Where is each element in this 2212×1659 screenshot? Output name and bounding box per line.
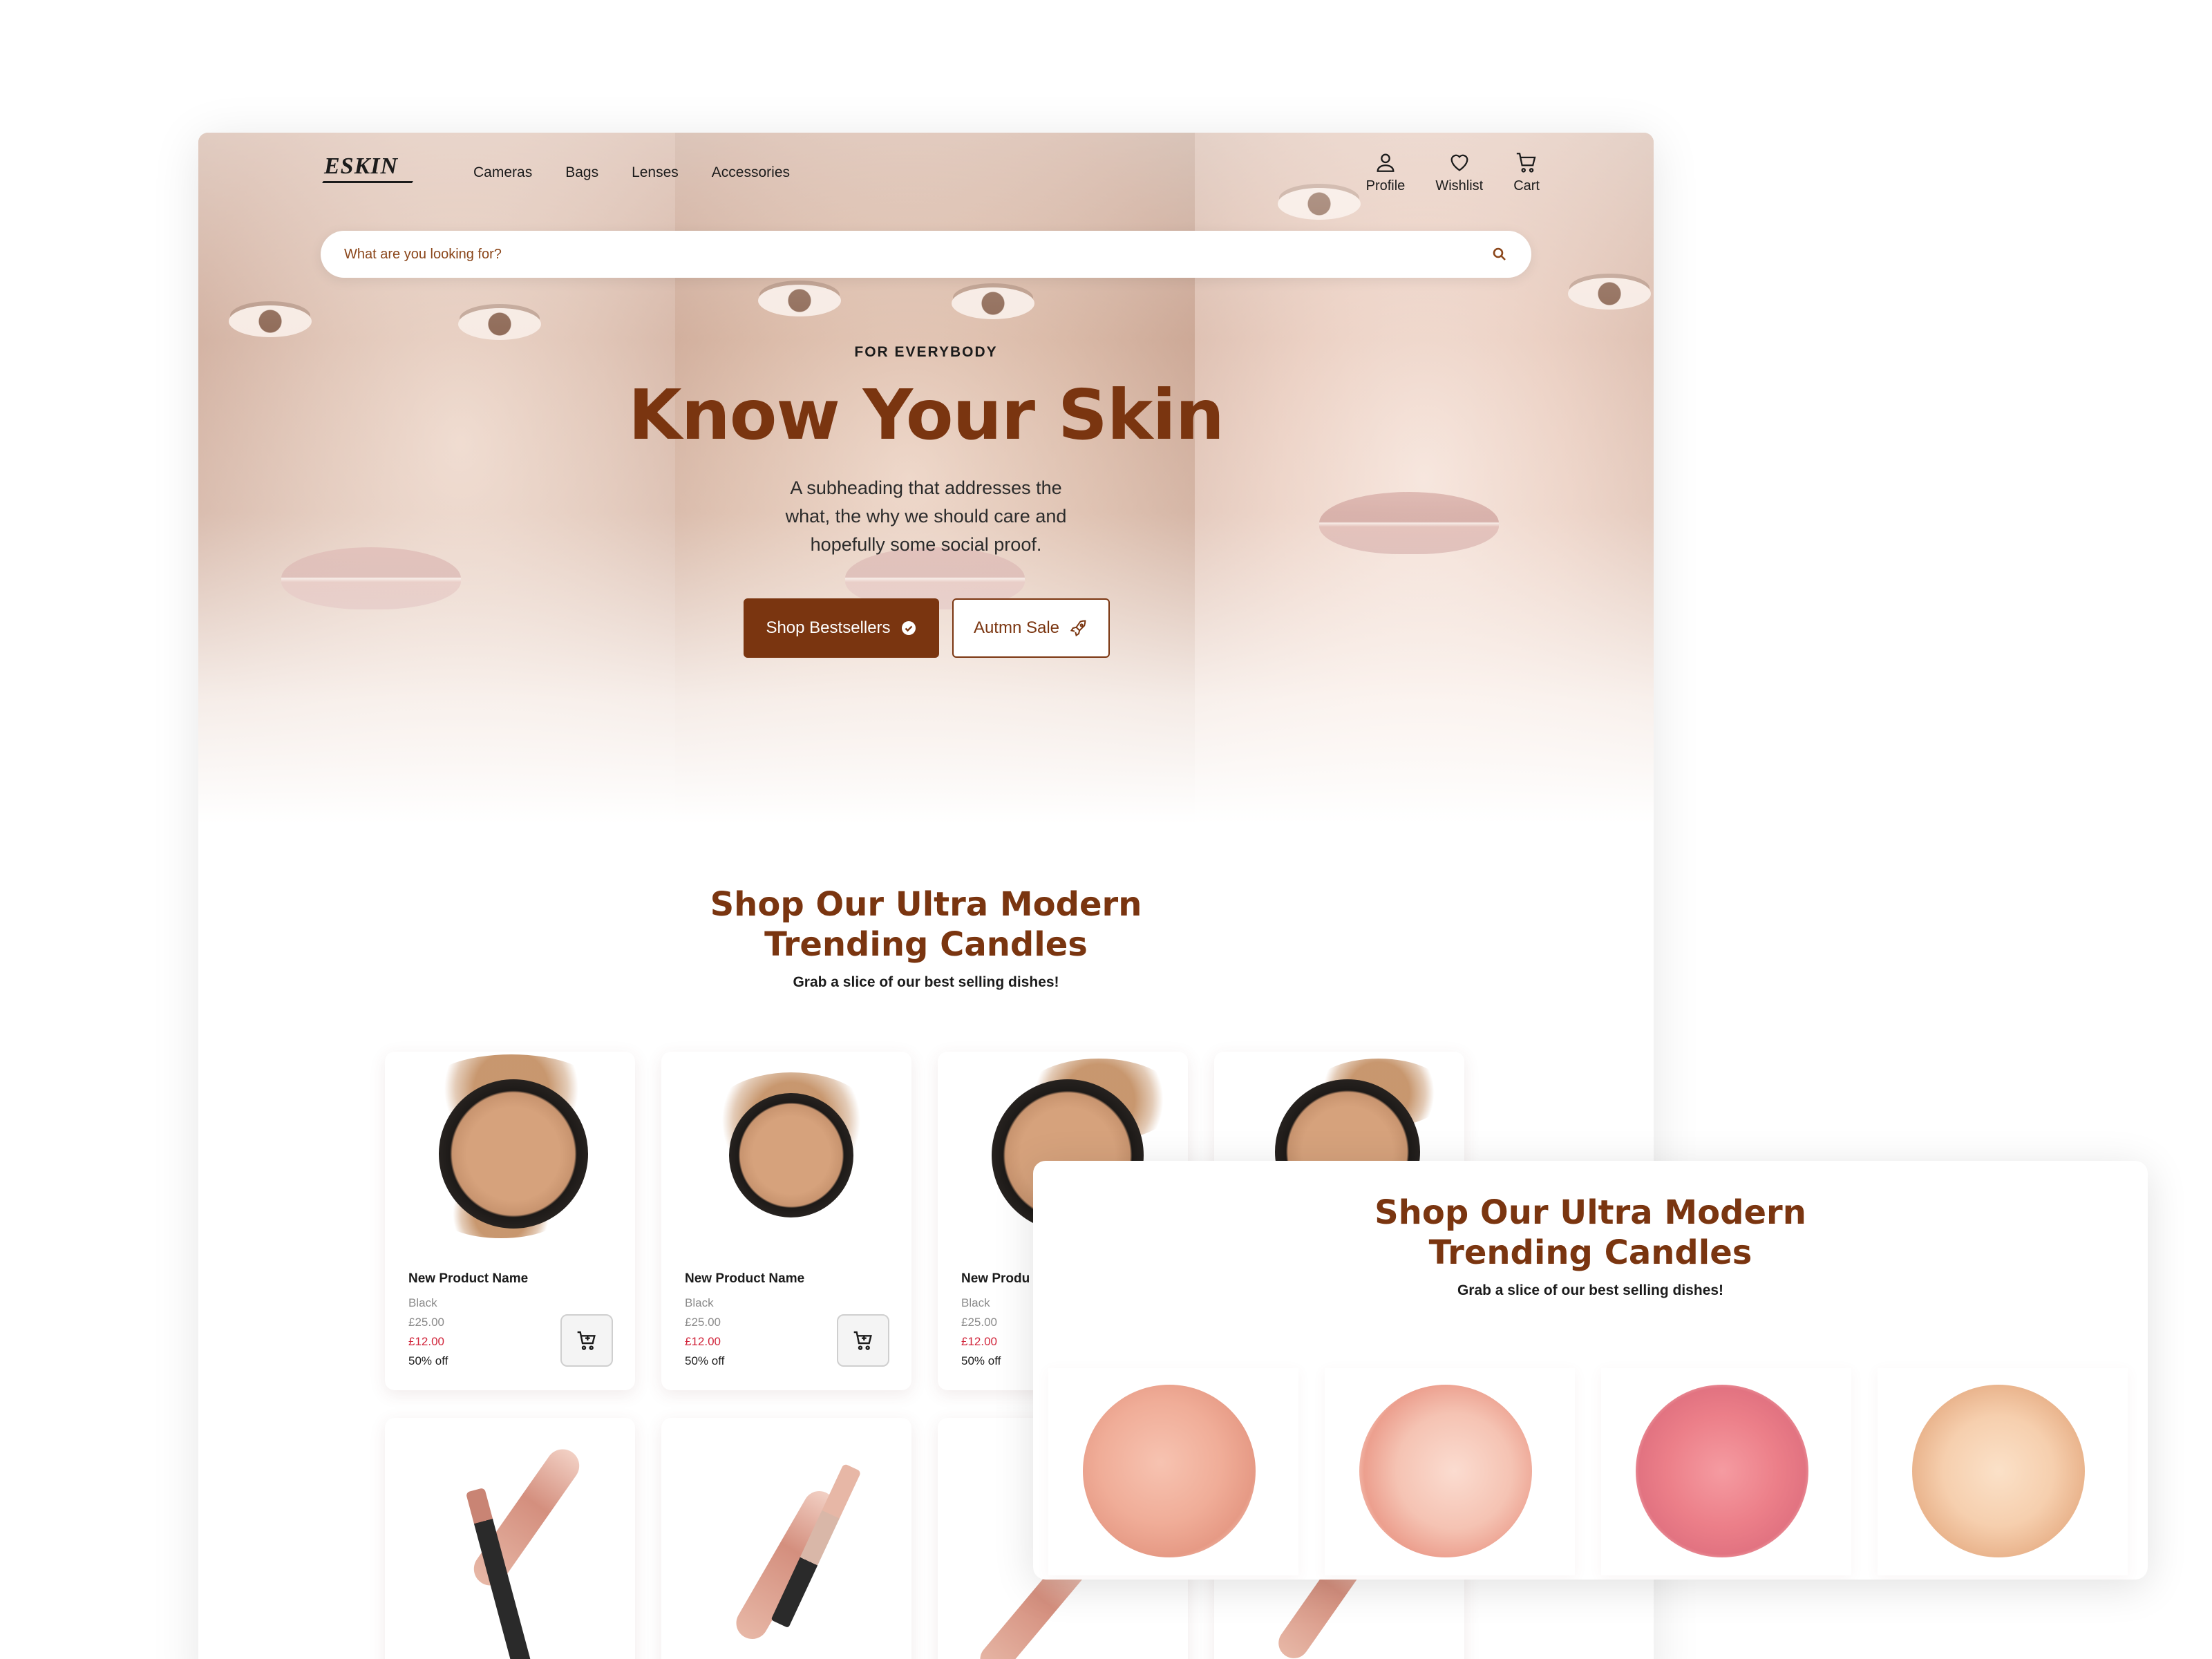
hero-section: ESKIN Cameras Bags Lenses Accessories Pr… bbox=[198, 133, 1654, 824]
check-circle-icon bbox=[901, 621, 916, 635]
compact-powder bbox=[729, 1093, 853, 1217]
product-card[interactable]: New Product Name Black £25.00 £12.00 50%… bbox=[385, 1052, 635, 1390]
product-card[interactable] bbox=[385, 1418, 635, 1659]
blush-product-card[interactable] bbox=[1878, 1368, 2128, 1575]
rocket-icon bbox=[1070, 620, 1086, 637]
blush-image bbox=[1359, 1385, 1532, 1557]
search-input[interactable] bbox=[344, 231, 1450, 278]
add-to-cart-button[interactable] bbox=[560, 1314, 613, 1367]
panel-subtitle: Grab a slice of our best selling dishes! bbox=[1457, 1282, 1724, 1298]
nav-link-bags[interactable]: Bags bbox=[565, 164, 598, 181]
panel-title-line: Trending Candles bbox=[1428, 1233, 1752, 1272]
shop-bestsellers-label: Shop Bestsellers bbox=[766, 618, 891, 637]
add-to-cart-icon bbox=[853, 1331, 872, 1350]
product-discount: 50% off bbox=[961, 1354, 1001, 1367]
cart-label: Cart bbox=[1513, 178, 1540, 193]
product-color: Black bbox=[961, 1296, 990, 1309]
blush-image bbox=[1636, 1385, 1808, 1557]
canvas: ESKIN Cameras Bags Lenses Accessories Pr… bbox=[0, 0, 2212, 1659]
hero-kicker: FOR EVERYBODY bbox=[854, 344, 998, 360]
nav-link-accessories[interactable]: Accessories bbox=[712, 164, 790, 181]
product-old-price: £25.00 bbox=[961, 1316, 997, 1329]
search-bar bbox=[321, 231, 1531, 278]
logo-swoosh bbox=[322, 181, 413, 183]
add-to-cart-icon bbox=[577, 1331, 596, 1350]
product-image bbox=[397, 1052, 623, 1255]
blush-image bbox=[1083, 1385, 1256, 1557]
section-title: Shop Our Ultra Modern Trending Candles bbox=[198, 884, 1654, 965]
blush-product-card[interactable] bbox=[1325, 1368, 1575, 1575]
autumn-sale-label: Autmn Sale bbox=[973, 618, 1060, 637]
search-icon[interactable] bbox=[1491, 246, 1508, 263]
product-discount: 50% off bbox=[685, 1354, 725, 1367]
blush-product-card[interactable] bbox=[1048, 1368, 1298, 1575]
product-name[interactable]: New Product Name bbox=[408, 1271, 528, 1287]
featured-panel: Shop Our Ultra Modern Trending Candles G… bbox=[1033, 1161, 2148, 1580]
product-sale-price: £12.00 bbox=[408, 1335, 444, 1348]
brand-logo[interactable]: ESKIN bbox=[324, 153, 398, 180]
hero-subtitle-line: hopefully some social proof. bbox=[810, 534, 1042, 555]
compact-powder bbox=[439, 1079, 588, 1229]
nav-actions: Profile Wishlist Cart bbox=[1366, 151, 1540, 194]
product-color: Black bbox=[408, 1296, 437, 1309]
cart-icon bbox=[1516, 153, 1536, 173]
cart-button[interactable]: Cart bbox=[1513, 151, 1540, 194]
product-old-price: £25.00 bbox=[685, 1316, 721, 1329]
panel-title: Shop Our Ultra Modern Trending Candles bbox=[1033, 1193, 2148, 1273]
profile-label: Profile bbox=[1365, 178, 1406, 193]
product-image bbox=[674, 1052, 899, 1255]
product-card[interactable] bbox=[661, 1418, 911, 1659]
section-subtitle: Grab a slice of our best selling dishes! bbox=[793, 974, 1059, 990]
section-title-line: Trending Candles bbox=[764, 925, 1088, 964]
wishlist-button[interactable]: Wishlist bbox=[1435, 151, 1483, 194]
top-nav: ESKIN Cameras Bags Lenses Accessories Pr… bbox=[198, 133, 1654, 229]
product-color: Black bbox=[685, 1296, 714, 1309]
blush-image bbox=[1912, 1385, 2085, 1557]
product-card[interactable]: New Product Name Black £25.00 £12.00 50%… bbox=[661, 1052, 911, 1390]
section-title-line: Shop Our Ultra Modern bbox=[710, 885, 1142, 924]
hero-subtitle-line: what, the why we should care and bbox=[785, 506, 1067, 527]
product-sale-price: £12.00 bbox=[685, 1335, 721, 1348]
product-discount: 50% off bbox=[408, 1354, 448, 1367]
wishlist-label: Wishlist bbox=[1435, 178, 1484, 193]
heart-icon bbox=[1450, 154, 1468, 171]
profile-button[interactable]: Profile bbox=[1365, 151, 1406, 194]
product-name[interactable]: New Product Name bbox=[685, 1271, 804, 1287]
autumn-sale-button[interactable]: Autmn Sale bbox=[952, 598, 1110, 658]
product-name[interactable]: New Produ bbox=[961, 1271, 1030, 1287]
hero-subtitle-line: A subheading that addresses the bbox=[790, 477, 1062, 498]
add-to-cart-button[interactable] bbox=[837, 1314, 889, 1367]
user-icon bbox=[1377, 153, 1395, 172]
hero-title: Know Your Skin bbox=[628, 375, 1225, 455]
shop-bestsellers-button[interactable]: Shop Bestsellers bbox=[744, 598, 939, 658]
product-sale-price: £12.00 bbox=[961, 1335, 997, 1348]
panel-title-line: Shop Our Ultra Modern bbox=[1374, 1193, 1806, 1232]
nav-link-cameras[interactable]: Cameras bbox=[473, 164, 532, 181]
blush-product-card[interactable] bbox=[1601, 1368, 1851, 1575]
product-old-price: £25.00 bbox=[408, 1316, 444, 1329]
nav-link-lenses[interactable]: Lenses bbox=[632, 164, 679, 181]
nav-links: Cameras Bags Lenses Accessories bbox=[473, 164, 790, 181]
hero-subtitle: A subheading that addresses the what, th… bbox=[753, 474, 1099, 559]
